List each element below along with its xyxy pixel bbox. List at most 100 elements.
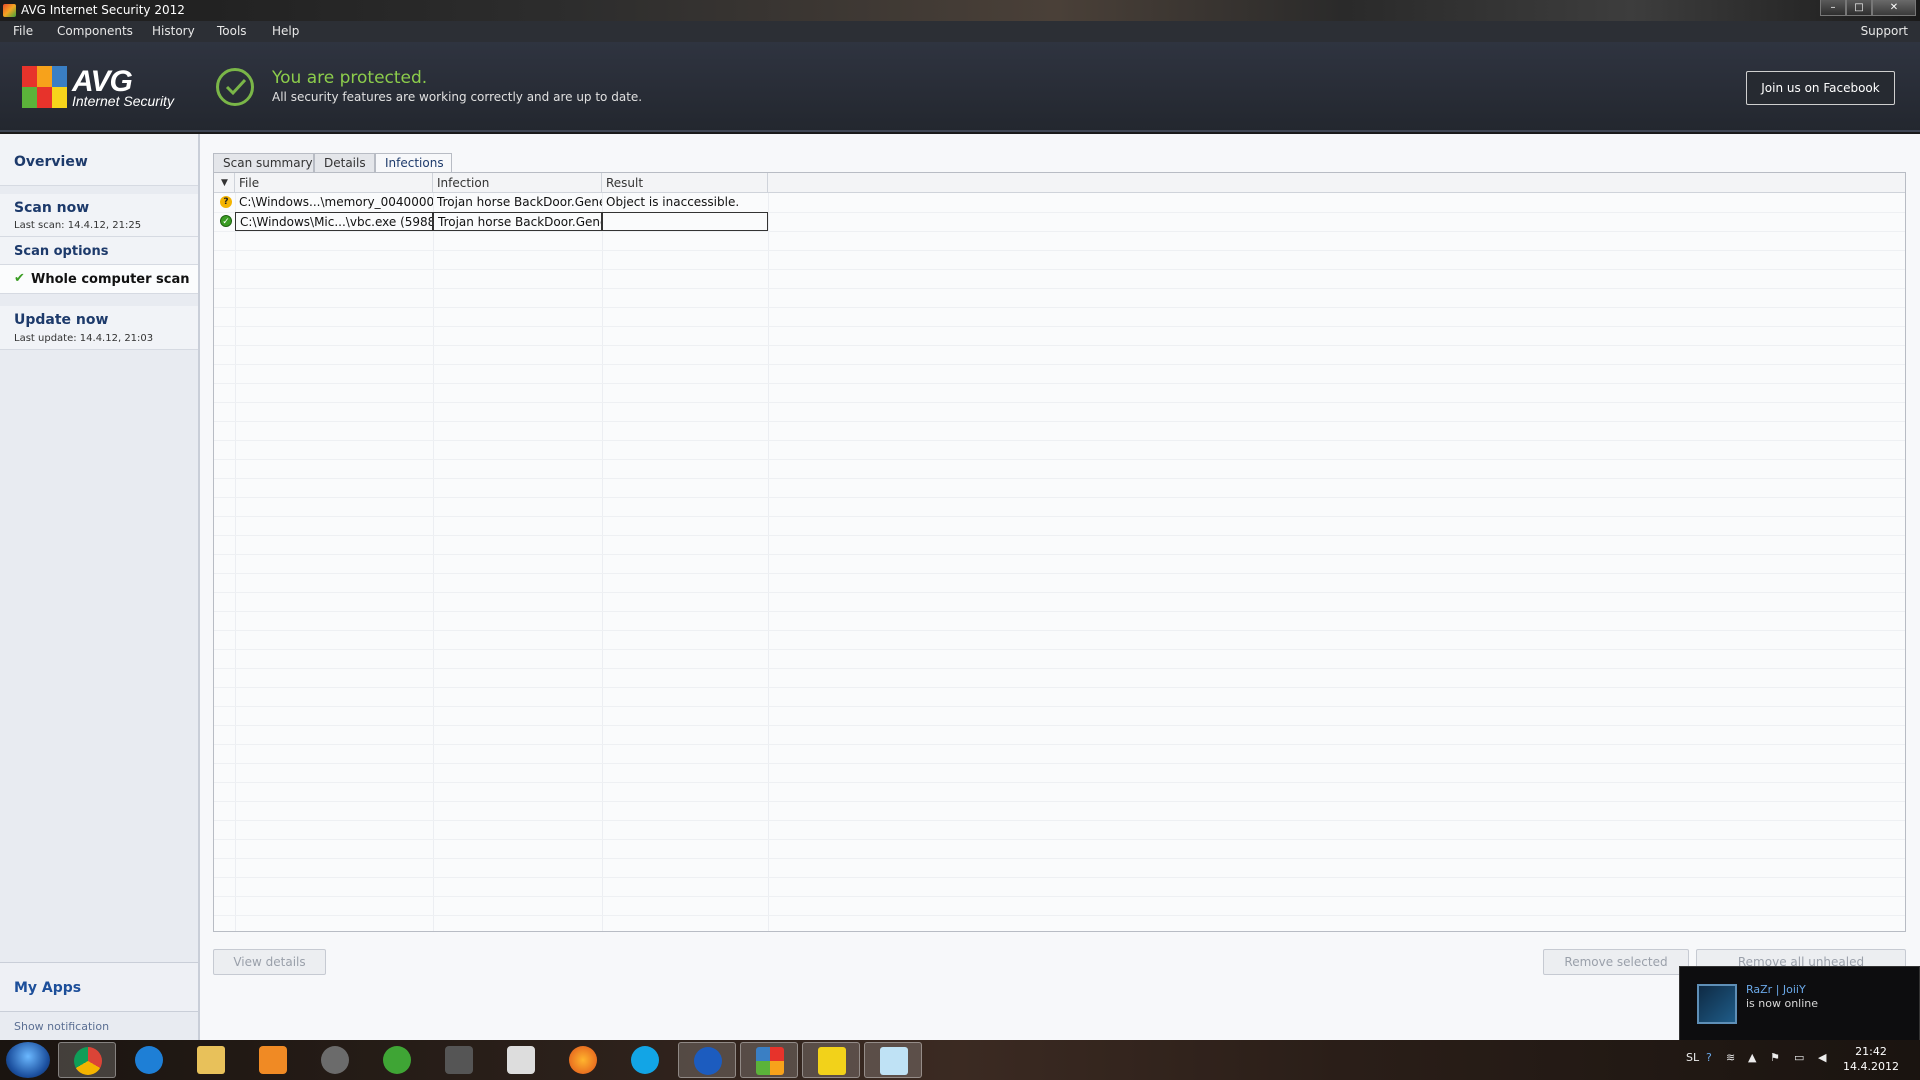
table-header: ▼ File Infection Result bbox=[214, 173, 1905, 193]
online-notification[interactable]: RaZr | JoiiY is now online bbox=[1679, 966, 1920, 1041]
taskbar-firefox[interactable] bbox=[554, 1042, 612, 1078]
tray-volume-icon[interactable]: ◀ bbox=[1818, 1051, 1826, 1064]
app-icon bbox=[507, 1046, 535, 1074]
column-infection[interactable]: Infection bbox=[433, 173, 602, 193]
steam-icon bbox=[321, 1046, 349, 1074]
tab-details[interactable]: Details bbox=[314, 153, 375, 173]
taskbar-notepad[interactable] bbox=[864, 1042, 922, 1078]
explorer-icon bbox=[197, 1046, 225, 1074]
avg-logo-icon bbox=[22, 66, 68, 110]
taskbar-steam[interactable] bbox=[306, 1042, 364, 1078]
avatar bbox=[1697, 984, 1737, 1024]
skype-icon bbox=[631, 1046, 659, 1074]
view-details-button[interactable]: View details bbox=[213, 949, 326, 975]
table-row[interactable]: ✓ C:\Windows\Mic...\vbc.exe (5988) Troja… bbox=[214, 212, 1905, 231]
yellow-app-icon bbox=[818, 1047, 846, 1075]
last-update-text: Last update: 14.4.12, 21:03 bbox=[14, 333, 154, 344]
taskbar-skype[interactable] bbox=[616, 1042, 674, 1078]
healed-icon: ✓ bbox=[220, 215, 232, 227]
cell-result bbox=[602, 212, 768, 231]
clock-time: 21:42 bbox=[1855, 1045, 1887, 1058]
taskbar-ie[interactable] bbox=[120, 1042, 178, 1078]
tray-network-icon[interactable]: ≋ bbox=[1726, 1051, 1735, 1064]
sidebar: Overview Scan now Last scan: 14.4.12, 21… bbox=[0, 134, 200, 1040]
taskbar-clock[interactable]: 21:42 14.4.2012 bbox=[1842, 1044, 1900, 1074]
cell-file: C:\Windows\Mic...\vbc.exe (5988) bbox=[235, 212, 433, 231]
status-title: You are protected. bbox=[272, 68, 428, 88]
media-player-icon bbox=[259, 1046, 287, 1074]
menu-components[interactable]: Components bbox=[57, 24, 133, 38]
logo-subtitle: Internet Security bbox=[72, 93, 174, 109]
taskbar-media-player[interactable] bbox=[244, 1042, 302, 1078]
tray-help-icon[interactable]: ? bbox=[1706, 1051, 1712, 1064]
taskbar-game[interactable] bbox=[430, 1042, 488, 1078]
help-icon bbox=[694, 1047, 722, 1075]
avg-logo: AVG Internet Security bbox=[22, 66, 178, 110]
whole-scan-label: Whole computer scan bbox=[31, 272, 190, 287]
maximize-button[interactable]: □ bbox=[1846, 0, 1872, 16]
firefox-icon bbox=[569, 1046, 597, 1074]
sidebar-item-scan-now[interactable]: Scan now Last scan: 14.4.12, 21:25 bbox=[0, 194, 198, 237]
cell-file: C:\Windows...\memory_00400000 bbox=[239, 195, 433, 209]
remove-selected-button[interactable]: Remove selected bbox=[1543, 949, 1689, 975]
notification-user: RaZr | JoiiY bbox=[1746, 983, 1806, 996]
tab-scan-summary[interactable]: Scan summary bbox=[213, 153, 314, 173]
close-button[interactable]: ✕ bbox=[1872, 0, 1916, 16]
column-file[interactable]: File bbox=[235, 173, 433, 193]
sidebar-item-overview[interactable]: Overview bbox=[0, 134, 198, 186]
join-facebook-button[interactable]: Join us on Facebook bbox=[1746, 71, 1895, 105]
menu-tools[interactable]: Tools bbox=[217, 24, 247, 38]
protected-check-icon bbox=[216, 68, 254, 106]
show-notification-link[interactable]: Show notification bbox=[14, 1020, 109, 1033]
infections-table: ▼ File Infection Result ? C:\Windows...\… bbox=[213, 172, 1906, 932]
taskbar: SL ? ≋ ▲ ⚑ ▭ ◀ 21:42 14.4.2012 bbox=[0, 1040, 1920, 1080]
warning-icon: ? bbox=[220, 196, 232, 208]
support-link[interactable]: Support bbox=[1861, 24, 1908, 38]
scan-options-label: Scan options bbox=[14, 244, 109, 259]
column-result[interactable]: Result bbox=[602, 173, 768, 193]
internet-explorer-icon bbox=[135, 1046, 163, 1074]
notepad-icon bbox=[880, 1047, 908, 1075]
taskbar-explorer[interactable] bbox=[182, 1042, 240, 1078]
language-indicator[interactable]: SL bbox=[1686, 1051, 1699, 1064]
window-title: AVG Internet Security 2012 bbox=[21, 3, 185, 17]
app-header: AVG Internet Security You are protected.… bbox=[0, 42, 1920, 132]
tray-display-icon[interactable]: ▭ bbox=[1794, 1051, 1804, 1064]
taskbar-utorrent[interactable] bbox=[368, 1042, 426, 1078]
clock-date: 14.4.2012 bbox=[1843, 1060, 1899, 1073]
my-apps-label: My Apps bbox=[14, 980, 82, 996]
sidebar-item-update-now[interactable]: Update now Last update: 14.4.12, 21:03 bbox=[0, 306, 198, 350]
sidebar-item-scan-options[interactable]: Scan options bbox=[0, 237, 198, 265]
avg-app-icon bbox=[3, 4, 16, 17]
taskbar-app[interactable] bbox=[492, 1042, 550, 1078]
sidebar-item-whole-scan[interactable]: ✔ Whole computer scan bbox=[0, 265, 198, 294]
notification-text: is now online bbox=[1746, 997, 1819, 1010]
taskbar-avg[interactable] bbox=[740, 1042, 798, 1078]
update-now-label: Update now bbox=[14, 312, 109, 328]
taskbar-help[interactable] bbox=[678, 1042, 736, 1078]
menu-help[interactable]: Help bbox=[272, 24, 299, 38]
main-area: Overview Scan now Last scan: 14.4.12, 21… bbox=[0, 134, 1920, 1040]
game-icon bbox=[445, 1046, 473, 1074]
scan-now-label: Scan now bbox=[14, 200, 90, 216]
tray-expand-icon[interactable]: ▲ bbox=[1748, 1051, 1756, 1064]
tray-flag-icon[interactable]: ⚑ bbox=[1770, 1051, 1780, 1064]
menu-history[interactable]: History bbox=[152, 24, 195, 38]
sort-dropdown-icon[interactable]: ▼ bbox=[215, 173, 235, 193]
cell-infection: Trojan horse BackDoor.Gener bbox=[437, 195, 602, 209]
overview-label: Overview bbox=[14, 154, 88, 170]
menu-bar: File Components History Tools Help Suppo… bbox=[0, 21, 1920, 42]
minimize-button[interactable]: – bbox=[1820, 0, 1846, 16]
cell-result: Object is inaccessible. bbox=[606, 195, 740, 209]
tab-infections[interactable]: Infections bbox=[375, 153, 452, 174]
table-row[interactable]: ? C:\Windows...\memory_00400000 Trojan h… bbox=[214, 193, 1905, 212]
my-apps-button[interactable]: My Apps bbox=[0, 962, 198, 1012]
cell-infection: Trojan horse BackDoor.Gener bbox=[433, 212, 602, 231]
menu-file[interactable]: File bbox=[13, 24, 33, 38]
taskbar-yellow-app[interactable] bbox=[802, 1042, 860, 1078]
taskbar-chrome[interactable] bbox=[58, 1042, 116, 1078]
start-button[interactable] bbox=[6, 1042, 50, 1078]
avg-icon bbox=[756, 1047, 784, 1075]
window-titlebar: AVG Internet Security 2012 – □ ✕ bbox=[0, 0, 1920, 21]
chrome-icon bbox=[74, 1047, 102, 1075]
